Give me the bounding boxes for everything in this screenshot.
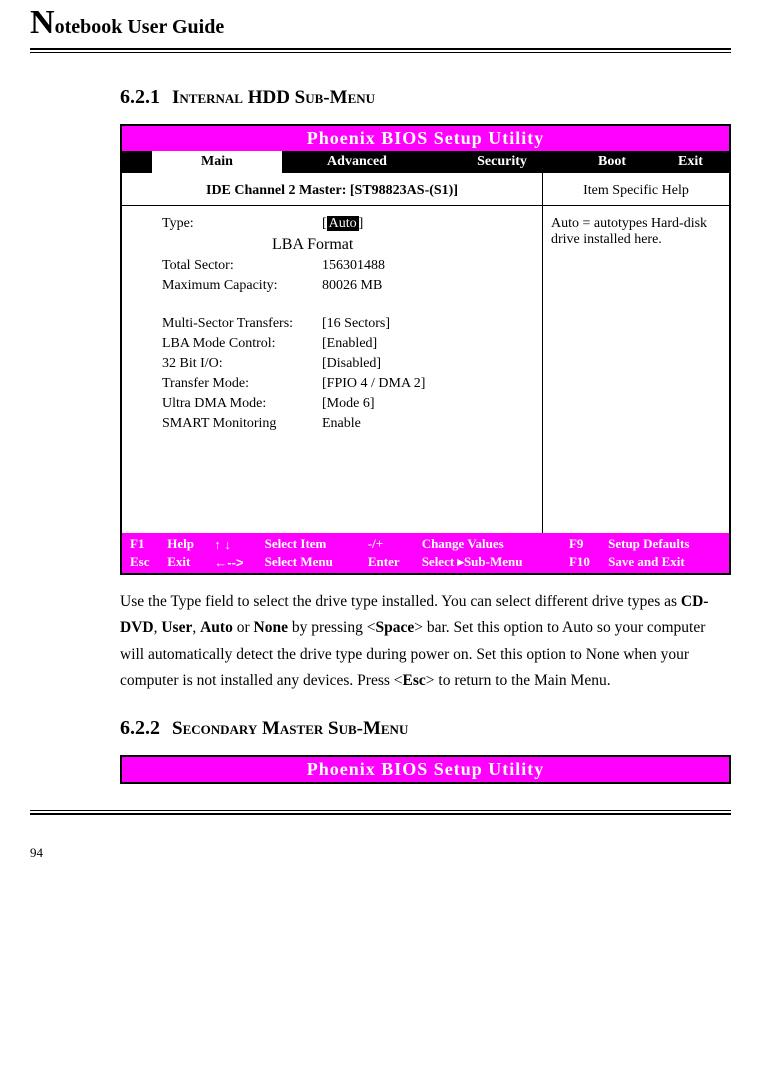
key-esc: Esc [126, 553, 163, 571]
bios-help-panel: Item Specific Help Auto = autotypes Hard… [543, 173, 729, 533]
type-selected: Auto [327, 216, 359, 231]
bios-left-panel: IDE Channel 2 Master: [ST98823AS-(S1)] T… [122, 173, 543, 533]
field-value[interactable]: [16 Sectors] [322, 316, 532, 332]
field-value[interactable]: [Disabled] [322, 356, 532, 372]
field-transfer-mode: Transfer Mode: [FPIO 4 / DMA 2] [162, 376, 532, 392]
field-total-sector: Total Sector: 156301488 [162, 258, 532, 274]
field-multi-sector: Multi-Sector Transfers: [16 Sectors] [162, 316, 532, 332]
section-title: Internal HDD Sub-Menu [172, 87, 375, 108]
field-32bit-io: 32 Bit I/O: [Disabled] [162, 356, 532, 372]
arrows-left-right-icon: ←--> [210, 553, 260, 571]
field-value[interactable]: [Auto] [322, 216, 532, 232]
field-type: Type: [Auto] [162, 216, 532, 232]
field-label: Multi-Sector Transfers: [162, 316, 322, 332]
field-ultra-dma: Ultra DMA Mode: [Mode 6] [162, 396, 532, 412]
field-value[interactable]: [FPIO 4 / DMA 2] [322, 376, 532, 392]
section-heading-621: 6.2.1 Internal HDD Sub-Menu [120, 83, 731, 110]
ide-header: IDE Channel 2 Master: [ST98823AS-(S1)] [122, 183, 542, 206]
arrows-up-down-icon: ↑ ↓ [210, 535, 260, 553]
header-rest: otebook User Guide [55, 16, 225, 38]
field-lba-mode: LBA Mode Control: [Enabled] [162, 336, 532, 352]
label-help: Help [163, 535, 210, 553]
help-text: Auto = autotypes Hard-disk drive install… [551, 216, 721, 248]
header-rule-thick [30, 48, 731, 50]
key-plus-minus: -/+ [364, 535, 418, 553]
help-header: Item Specific Help [543, 183, 729, 206]
footer-row-1: F1 Help ↑ ↓ Select Item -/+ Change Value… [126, 535, 725, 553]
tab-gap [122, 151, 152, 173]
section-title: Secondary Master Sub-Menu [172, 718, 408, 739]
tab-boot[interactable]: Boot [572, 151, 652, 173]
field-label: SMART Monitoring [162, 416, 322, 432]
bios-title-2: Phoenix BIOS Setup Utility [122, 757, 729, 782]
field-label: Maximum Capacity: [162, 278, 322, 294]
field-label: LBA Mode Control: [162, 336, 322, 352]
key-f1: F1 [126, 535, 163, 553]
bios-body: IDE Channel 2 Master: [ST98823AS-(S1)] T… [122, 173, 729, 533]
field-label: Transfer Mode: [162, 376, 322, 392]
tab-main[interactable]: Main [152, 151, 282, 173]
label-select-item: Select Item [261, 535, 364, 553]
label-setup-defaults: Setup Defaults [604, 535, 725, 553]
bios-tab-bar: Main Advanced Security Boot Exit [122, 151, 729, 173]
field-value: 80026 MB [322, 278, 532, 294]
field-label: Ultra DMA Mode: [162, 396, 322, 412]
bios-box-1: Phoenix BIOS Setup Utility Main Advanced… [120, 124, 731, 575]
footer-rule-thick [30, 813, 731, 815]
bios-footer: F1 Help ↑ ↓ Select Item -/+ Change Value… [122, 533, 729, 573]
field-label: Total Sector: [162, 258, 322, 274]
section-num: 6.2.2 [120, 717, 160, 739]
dropcap: N [30, 4, 55, 41]
page-header: Notebook User Guide [30, 0, 731, 46]
label-exit: Exit [163, 553, 210, 571]
field-value[interactable]: [Mode 6] [322, 396, 532, 412]
bios-title: Phoenix BIOS Setup Utility [122, 126, 729, 151]
bios-box-2: Phoenix BIOS Setup Utility [120, 755, 731, 784]
key-enter: Enter [364, 553, 418, 571]
tab-advanced[interactable]: Advanced [282, 151, 432, 173]
field-max-capacity: Maximum Capacity: 80026 MB [162, 278, 532, 294]
header-rule-thin [30, 52, 731, 53]
tab-exit[interactable]: Exit [652, 151, 729, 173]
footer-row-2: Esc Exit ←--> Select Menu Enter Select ▸… [126, 553, 725, 571]
section-num: 6.2.1 [120, 86, 160, 108]
key-f9: F9 [565, 535, 604, 553]
field-smart: SMART Monitoring Enable [162, 416, 532, 432]
footer-rule-thin [30, 810, 731, 811]
label-save-exit: Save and Exit [604, 553, 725, 571]
label-select-menu: Select Menu [261, 553, 364, 571]
tab-security[interactable]: Security [432, 151, 572, 173]
lba-format-label: LBA Format [272, 236, 532, 254]
field-value[interactable]: Enable [322, 416, 532, 432]
key-f10: F10 [565, 553, 604, 571]
section-heading-622: 6.2.2 Secondary Master Sub-Menu [120, 714, 731, 741]
field-label: 32 Bit I/O: [162, 356, 322, 372]
label-change-values: Change Values [418, 535, 565, 553]
label-select-submenu: Select ▸Sub-Menu [418, 553, 565, 571]
field-value: 156301488 [322, 258, 532, 274]
field-value[interactable]: [Enabled] [322, 336, 532, 352]
field-label: Type: [162, 216, 322, 232]
body-paragraph: Use the Type field to select the drive t… [120, 589, 731, 694]
page-number: 94 [30, 845, 731, 861]
